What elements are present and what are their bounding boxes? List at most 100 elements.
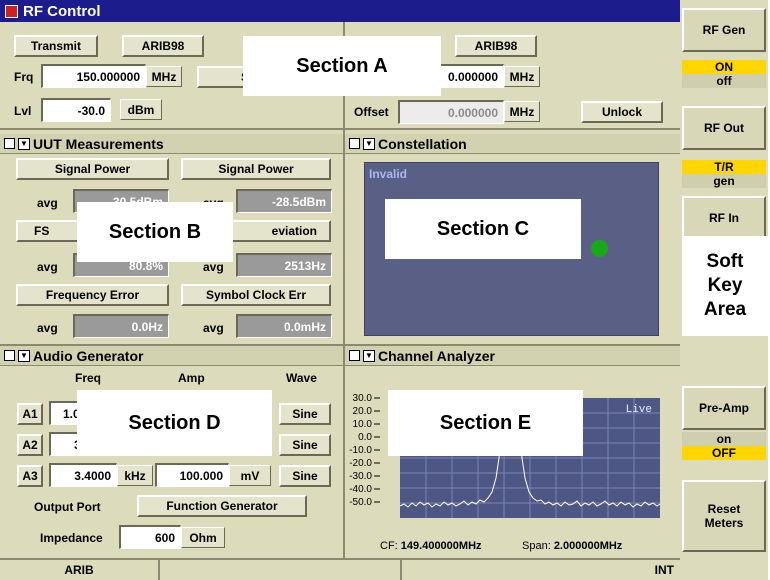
- constellation-dropdown-icon[interactable]: ▼: [363, 137, 375, 150]
- col-wave: Wave: [286, 371, 317, 385]
- cf-value: 149.400000MHz: [400, 540, 482, 552]
- y-tick: -40.0: [349, 484, 372, 495]
- constellation-title: Constellation: [378, 135, 467, 152]
- symbol-clock-button[interactable]: Symbol Clock Err: [181, 284, 331, 306]
- tick-marks: [374, 397, 380, 503]
- section-e-label: Section E: [388, 390, 583, 456]
- constellation-window-icon[interactable]: [349, 138, 360, 149]
- audio-header: ▼ Audio Generator: [0, 346, 343, 366]
- cf-readout: CF: 149.400000MHz: [380, 540, 482, 552]
- audio-a3-freq-unit[interactable]: kHz: [117, 465, 153, 486]
- reset-meters-button[interactable]: Reset Meters: [682, 480, 766, 552]
- rf-in-button[interactable]: RF In: [682, 196, 766, 240]
- rf-out-button[interactable]: RF Out: [682, 106, 766, 150]
- rf-gen-on: ON: [682, 60, 766, 74]
- section-c-label: Section C: [385, 199, 581, 259]
- frq-unit[interactable]: MHz: [146, 66, 182, 87]
- offset-field[interactable]: 0.000000: [398, 100, 504, 124]
- rx-freq-unit[interactable]: MHz: [504, 66, 540, 87]
- channel-window-icon[interactable]: [349, 350, 360, 361]
- col-amp: Amp: [178, 371, 205, 385]
- rf-gen-off: off: [682, 74, 766, 88]
- standard-button-right[interactable]: ARIB98: [455, 35, 537, 57]
- audio-window-icon[interactable]: [4, 350, 15, 361]
- lvl-field[interactable]: -30.0: [41, 98, 111, 122]
- y-tick: -20.0: [349, 458, 372, 469]
- channel-title: Channel Analyzer: [378, 347, 495, 364]
- unlock-button[interactable]: Unlock: [581, 101, 663, 123]
- y-tick: -30.0: [349, 471, 372, 482]
- live-label: Live: [626, 404, 652, 416]
- constellation-status: Invalid: [369, 167, 408, 181]
- rf-out-gen: gen: [682, 174, 766, 188]
- constellation-header: ▼ Constellation: [345, 134, 682, 154]
- transmit-button[interactable]: Transmit: [14, 35, 98, 57]
- channel-dropdown-icon[interactable]: ▼: [363, 349, 375, 362]
- status-bar: ARIB INT: [0, 558, 682, 580]
- rf-gen-button[interactable]: RF Gen: [682, 8, 766, 52]
- rf-gen-state[interactable]: ON off: [682, 60, 766, 88]
- span-label: Span:: [522, 540, 551, 552]
- offset-label: Offset: [354, 105, 389, 119]
- audio-a3-wave[interactable]: Sine: [279, 465, 331, 487]
- status-left: ARIB: [0, 560, 160, 580]
- uut-window-icon[interactable]: [4, 138, 15, 149]
- status-right: INT: [654, 563, 674, 577]
- avg-label-4: avg: [203, 260, 224, 274]
- span-readout: Span: 2.000000MHz: [522, 540, 622, 552]
- uut-dropdown-icon[interactable]: ▼: [18, 137, 30, 150]
- pre-amp-on: on: [682, 432, 766, 446]
- frequency-error-value: 0.0Hz: [73, 314, 169, 338]
- signal-power-button-2[interactable]: Signal Power: [181, 158, 331, 180]
- pre-amp-button[interactable]: Pre-Amp: [682, 386, 766, 430]
- y-tick: -50.0: [349, 497, 372, 508]
- y-tick: -10.0: [349, 445, 372, 456]
- output-port-button[interactable]: Function Generator: [137, 495, 307, 517]
- y-tick: 30.0: [353, 393, 373, 404]
- deviation-value: 2513Hz: [236, 253, 332, 277]
- audio-a3-amp-unit[interactable]: mV: [229, 465, 271, 486]
- frequency-error-button[interactable]: Frequency Error: [16, 284, 169, 306]
- section-b-label: Section B: [77, 202, 233, 262]
- audio-dropdown-icon[interactable]: ▼: [18, 349, 30, 362]
- frq-label: Frq: [14, 70, 34, 84]
- section-d-label: Section D: [77, 390, 272, 456]
- rf-out-state[interactable]: T/R gen: [682, 160, 766, 188]
- avg-label-6: avg: [203, 321, 224, 335]
- audio-a3-freq[interactable]: 3.4000: [49, 463, 117, 487]
- symbol-clock-value: 0.0mHz: [236, 314, 332, 338]
- y-axis-ticks: 30.0 20.0 10.0 0.0 -10.0 -20.0 -30.0 -40…: [349, 393, 372, 508]
- lvl-label: Lvl: [14, 104, 32, 118]
- audio-a2-button[interactable]: A2: [17, 434, 43, 456]
- uut-title: UUT Measurements: [33, 135, 164, 152]
- section-a-label: Section A: [243, 36, 441, 96]
- output-port-label: Output Port: [34, 500, 101, 514]
- status-mid-divider: [400, 560, 402, 580]
- soft-key-area-label: Soft Key Area: [682, 236, 768, 336]
- y-tick: 10.0: [353, 419, 373, 430]
- audio-a1-wave[interactable]: Sine: [279, 403, 331, 425]
- avg-label-3: avg: [37, 260, 58, 274]
- soft-key-area-text: Soft Key Area: [703, 251, 747, 320]
- offset-unit[interactable]: MHz: [504, 101, 540, 122]
- audio-a3-button[interactable]: A3: [17, 465, 43, 487]
- channel-header: ▼ Channel Analyzer: [345, 346, 682, 366]
- cf-label: CF:: [380, 540, 398, 552]
- signal-power-button-1[interactable]: Signal Power: [16, 158, 169, 180]
- lvl-unit[interactable]: dBm: [120, 99, 162, 120]
- audio-a3-amp[interactable]: 100.000: [155, 463, 229, 487]
- impedance-field[interactable]: 600: [119, 525, 181, 549]
- y-tick: 20.0: [353, 406, 373, 417]
- avg-label-5: avg: [37, 321, 58, 335]
- pre-amp-state[interactable]: on OFF: [682, 432, 766, 460]
- audio-a2-wave[interactable]: Sine: [279, 434, 331, 456]
- frq-field[interactable]: 150.000000: [41, 64, 146, 88]
- uut-header: ▼ UUT Measurements: [0, 134, 343, 154]
- standard-button-left[interactable]: ARIB98: [122, 35, 204, 57]
- pre-amp-off: OFF: [682, 446, 766, 460]
- signal-power-value-2: -28.5dBm: [236, 189, 332, 213]
- col-freq: Freq: [75, 371, 102, 385]
- impedance-unit[interactable]: Ohm: [181, 527, 225, 548]
- audio-a1-button[interactable]: A1: [17, 403, 43, 425]
- title-bar: RF Control: [0, 0, 682, 22]
